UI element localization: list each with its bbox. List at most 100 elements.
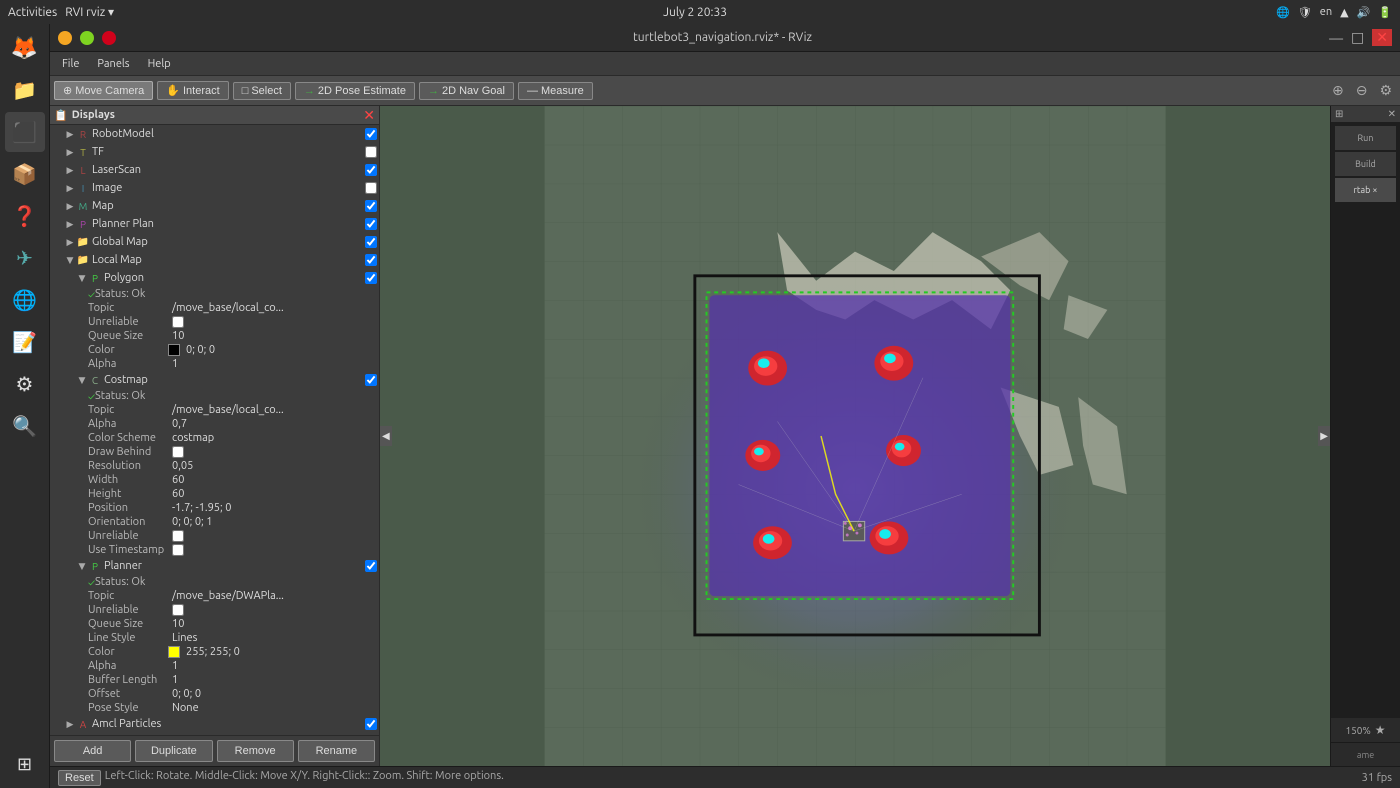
planner-expand[interactable]	[76, 560, 88, 572]
taskbar-chromium[interactable]: 🌐	[5, 280, 45, 320]
costmap-expand[interactable]	[76, 374, 88, 386]
toolbar-settings[interactable]: ⚙	[1375, 80, 1396, 101]
topic-value-planner[interactable]: /move_base/DWAPla...	[172, 590, 284, 602]
tree-item-robotmodel[interactable]: R RobotModel	[50, 125, 379, 143]
robotmodel-expand[interactable]	[64, 128, 76, 140]
ide-run-tab[interactable]: Run	[1335, 126, 1396, 150]
toolbar-move-camera[interactable]: ⊕ Move Camera	[54, 81, 153, 100]
laserscan-checkbox[interactable]	[365, 164, 377, 176]
amclparticles-icon: A	[76, 717, 90, 731]
toolbar-zoom-fit[interactable]: ⊕	[1328, 80, 1348, 101]
system-icons: 🌐 🛡 en ▲ 🔊 🔋	[1276, 6, 1392, 19]
zoom-star-icon[interactable]: ★	[1375, 723, 1386, 737]
ide-rtab-tab[interactable]: rtab ×	[1335, 178, 1396, 202]
polygon-checkbox[interactable]	[365, 272, 377, 284]
usetimestamp-checkbox-costmap[interactable]	[172, 544, 184, 556]
maximize-button[interactable]	[80, 31, 94, 45]
ide-panel-expand[interactable]: ⊞	[1335, 108, 1343, 120]
taskbar-telegram[interactable]: ✈	[5, 238, 45, 278]
ide-build-tab[interactable]: Build	[1335, 152, 1396, 176]
unreliable-checkbox-planner[interactable]	[172, 604, 184, 616]
tf-checkbox[interactable]	[365, 146, 377, 158]
duplicate-button[interactable]: Duplicate	[135, 740, 212, 762]
taskbar-help[interactable]: ❓	[5, 196, 45, 236]
robotmodel-checkbox[interactable]	[365, 128, 377, 140]
prop-topic-planner[interactable]: Topic /move_base/DWAPla...	[50, 589, 379, 603]
tree-item-tf[interactable]: T TF	[50, 143, 379, 161]
reset-button[interactable]: Reset	[58, 770, 101, 786]
toolbar-interact[interactable]: ✋ Interact	[157, 81, 228, 100]
rename-button[interactable]: Rename	[298, 740, 375, 762]
close-button[interactable]	[102, 31, 116, 45]
taskbar-settings[interactable]: ⚙	[5, 364, 45, 404]
tree-item-costmap[interactable]: C Costmap	[50, 371, 379, 389]
tree-item-image[interactable]: I Image	[50, 179, 379, 197]
localmap-expand[interactable]	[64, 254, 76, 266]
prop-topic-costmap[interactable]: Topic /move_base/local_co...	[50, 403, 379, 417]
planner-checkbox[interactable]	[365, 560, 377, 572]
topic-value-polygon[interactable]: /move_base/local_co...	[172, 302, 284, 314]
taskbar-terminal[interactable]: ⬛	[5, 112, 45, 152]
app-name[interactable]: RVI rviz ▾	[65, 5, 114, 19]
color-swatch-planner[interactable]	[168, 646, 180, 658]
win-btn-minimize[interactable]: —	[1329, 30, 1343, 46]
tree-item-amclparticles[interactable]: A Amcl Particles	[50, 715, 379, 733]
toolbar-zoom-out[interactable]: ⊖	[1352, 80, 1372, 101]
tf-expand[interactable]	[64, 146, 76, 158]
toolbar-nav-goal[interactable]: → 2D Nav Goal	[419, 82, 514, 100]
menu-help[interactable]: Help	[140, 56, 179, 72]
tree-item-planner[interactable]: P Planner	[50, 557, 379, 575]
taskbar-files[interactable]: 📁	[5, 70, 45, 110]
tree-item-plannerplan[interactable]: P Planner Plan	[50, 215, 379, 233]
battery-icon: 🔋	[1378, 6, 1392, 19]
plannerplan-expand[interactable]	[64, 218, 76, 230]
activities-label[interactable]: Activities	[8, 6, 57, 19]
map-icon: M	[76, 199, 90, 213]
taskbar-grid[interactable]: ⊞	[5, 744, 45, 784]
collapse-left-btn[interactable]: ◀	[380, 426, 392, 446]
tree-item-laserscan[interactable]: L LaserScan	[50, 161, 379, 179]
color-swatch-polygon[interactable]	[168, 344, 180, 356]
taskbar-vscode[interactable]: 📝	[5, 322, 45, 362]
displays-panel-close[interactable]: ✕	[363, 108, 375, 122]
toolbar-select[interactable]: □ Select	[233, 82, 291, 100]
costmap-checkbox[interactable]	[365, 374, 377, 386]
toolbar-pose-estimate[interactable]: → 2D Pose Estimate	[295, 82, 415, 100]
tree-item-localmap[interactable]: 📁 Local Map	[50, 251, 379, 269]
image-checkbox[interactable]	[365, 182, 377, 194]
remove-button[interactable]: Remove	[217, 740, 294, 762]
menu-panels[interactable]: Panels	[89, 56, 137, 72]
collapse-right-btn[interactable]: ▶	[1318, 426, 1330, 446]
globalmap-checkbox[interactable]	[365, 236, 377, 248]
plannerplan-checkbox[interactable]	[365, 218, 377, 230]
unreliable-checkbox-polygon[interactable]	[172, 316, 184, 328]
drawbehind-checkbox-costmap[interactable]	[172, 446, 184, 458]
taskbar-search[interactable]: 🔍	[5, 406, 45, 446]
topic-value-costmap[interactable]: /move_base/local_co...	[172, 404, 284, 416]
map-expand[interactable]	[64, 200, 76, 212]
amclparticles-expand[interactable]	[64, 718, 76, 730]
ide-panel-close[interactable]: ✕	[1388, 108, 1396, 120]
tree-item-map[interactable]: M Map	[50, 197, 379, 215]
rviz-viewport[interactable]	[380, 106, 1330, 766]
localmap-checkbox[interactable]	[365, 254, 377, 266]
tree-item-globalmap[interactable]: 📁 Global Map	[50, 233, 379, 251]
polygon-expand[interactable]	[76, 272, 88, 284]
amclparticles-checkbox[interactable]	[365, 718, 377, 730]
add-button[interactable]: Add	[54, 740, 131, 762]
unreliable-checkbox-costmap[interactable]	[172, 530, 184, 542]
globalmap-expand[interactable]	[64, 236, 76, 248]
laserscan-expand[interactable]	[64, 164, 76, 176]
position-label-costmap: Position	[88, 502, 168, 514]
map-checkbox[interactable]	[365, 200, 377, 212]
minimize-button[interactable]	[58, 31, 72, 45]
toolbar-measure[interactable]: — Measure	[518, 82, 593, 100]
image-expand[interactable]	[64, 182, 76, 194]
win-btn-close-x[interactable]: ✕	[1372, 29, 1392, 46]
taskbar-software[interactable]: 📦	[5, 154, 45, 194]
win-btn-maximize[interactable]: □	[1351, 29, 1364, 46]
taskbar-firefox[interactable]: 🦊	[5, 28, 45, 68]
tree-item-polygon[interactable]: P Polygon	[50, 269, 379, 287]
prop-topic-polygon[interactable]: Topic /move_base/local_co...	[50, 301, 379, 315]
menu-file[interactable]: File	[54, 56, 87, 72]
